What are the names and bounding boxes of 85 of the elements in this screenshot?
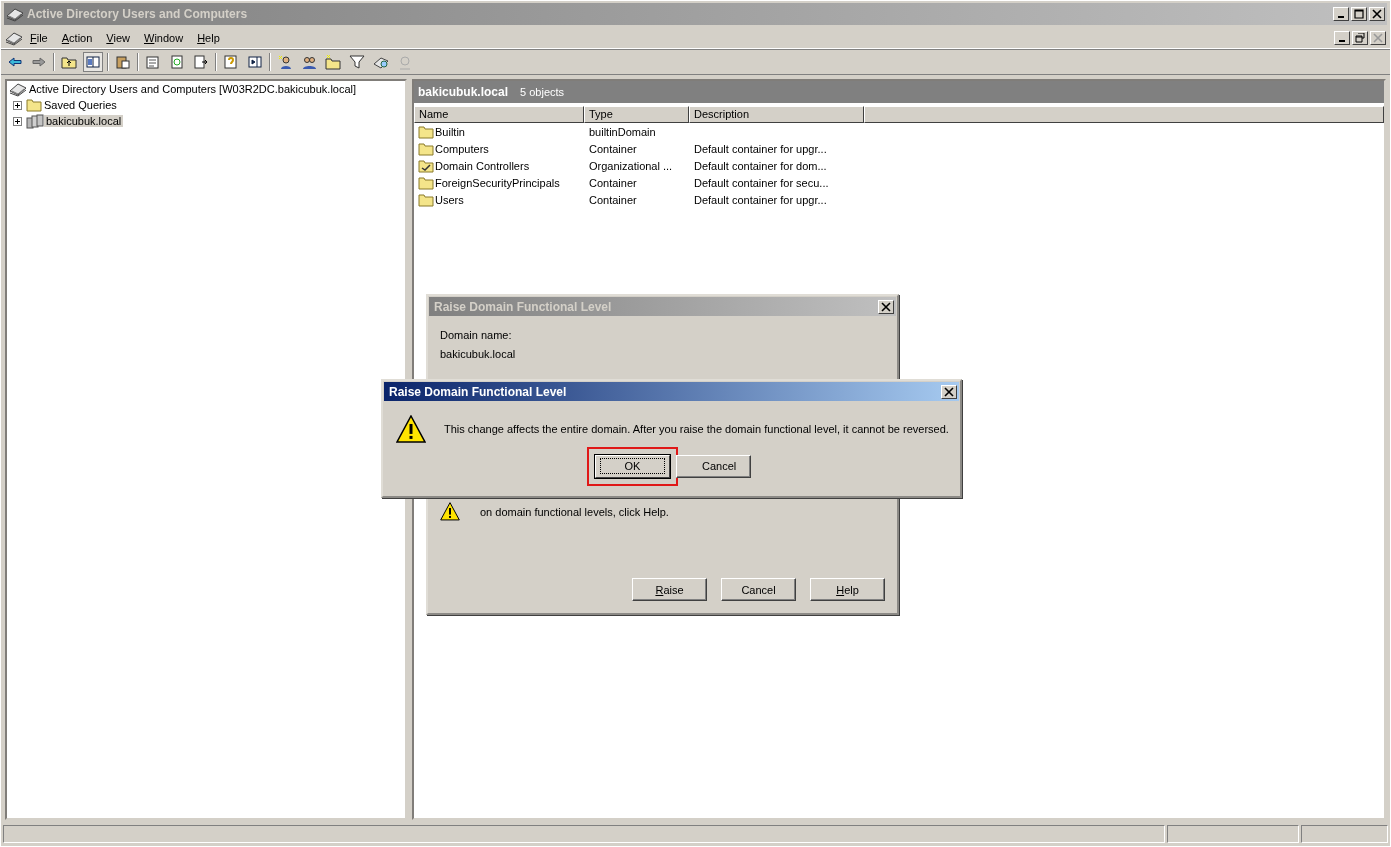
field-value: bakicubuk.local <box>440 348 517 360</box>
table-cell[interactable]: Computers <box>435 140 489 157</box>
column-header[interactable]: Description <box>689 106 864 123</box>
column-header[interactable]: Type <box>584 106 689 123</box>
pane-title: bakicubuk.local <box>418 85 509 99</box>
close-icon <box>1372 9 1382 19</box>
filter-icon <box>349 54 365 70</box>
menu-item[interactable]: Window <box>137 29 191 46</box>
warning-icon <box>440 502 460 521</box>
folder-icon <box>26 98 42 112</box>
pane-toggle-icon <box>247 54 263 70</box>
new-user-icon <box>277 54 293 70</box>
table-cell-text: Container <box>588 141 638 157</box>
tree-item[interactable]: Active Directory Users and Computers [W03R2DC.bakicubuk.local] <box>27 83 359 95</box>
message-text: This change affects the entire domain. After you raise the domain functional level, it cannot be reversed. <box>444 422 949 435</box>
folder-icon <box>418 192 434 207</box>
folder-checkmark-icon <box>418 158 434 173</box>
close-button[interactable] <box>941 384 957 399</box>
export-list-icon <box>193 54 209 70</box>
filter-button[interactable] <box>347 52 367 72</box>
refresh-icon <box>169 54 185 70</box>
clipboard-icon <box>115 54 131 70</box>
dialog-button[interactable]: Help <box>810 578 885 601</box>
minimize-button[interactable] <box>1334 30 1350 45</box>
panes-icon <box>85 54 101 70</box>
table-cell[interactable]: Domain Controllers <box>435 157 530 174</box>
restore-icon <box>1355 32 1365 43</box>
dialog-button[interactable]: Raise <box>632 578 707 601</box>
new-ou-icon <box>325 54 341 70</box>
warning-icon <box>396 415 426 443</box>
menu-item[interactable]: Help <box>190 29 227 46</box>
table-cell-text: Default container for upgr... <box>693 141 828 157</box>
table-cell-text: builtinDomain <box>588 124 657 140</box>
dialog-button[interactable]: OK <box>595 454 670 478</box>
close-button[interactable] <box>1369 7 1385 21</box>
new-group-icon <box>301 54 317 70</box>
panes-button[interactable] <box>83 52 103 72</box>
minimize-icon <box>1339 39 1345 42</box>
close-button[interactable] <box>1370 30 1386 45</box>
expand-icon[interactable] <box>13 116 22 126</box>
app-icon <box>6 6 24 22</box>
dialog-title: Raise Domain Functional Level <box>434 299 613 314</box>
table-cell[interactable]: Users <box>435 191 464 208</box>
table-cell-text: Container <box>588 192 638 208</box>
menu-item[interactable]: Action <box>54 29 100 46</box>
forward-arrow-icon <box>31 54 47 70</box>
menu-item[interactable]: File <box>23 29 55 46</box>
table-cell[interactable]: ForeignSecurityPrincipals <box>435 174 560 191</box>
back-arrow-icon <box>7 54 23 70</box>
dialog-button[interactable]: Cancel <box>676 454 751 478</box>
dialog-button[interactable]: Cancel <box>721 578 796 601</box>
folder-icon <box>418 175 434 190</box>
expand-icon[interactable] <box>13 100 22 110</box>
minimize-button[interactable] <box>1333 7 1349 21</box>
maximize-button[interactable] <box>1351 7 1367 21</box>
group-disabled-icon <box>397 54 413 70</box>
help-icon <box>223 54 239 70</box>
window-title: Active Directory Users and Computers <box>27 7 249 21</box>
close-button[interactable] <box>878 299 894 314</box>
menu-item[interactable]: View <box>99 29 137 46</box>
field-label: Domain name: <box>440 329 513 341</box>
new-ou-button[interactable] <box>323 52 343 72</box>
restore-button[interactable] <box>1352 30 1368 45</box>
domain-servers-icon <box>26 113 44 129</box>
tree-item[interactable]: Saved Queries <box>42 99 119 111</box>
table-cell-text: Default container for secu... <box>693 175 830 191</box>
info-text: on domain functional levels, click Help. <box>480 506 669 518</box>
table-cell-text: Organizational ... <box>588 158 674 174</box>
object-count: 5 objects <box>520 86 565 98</box>
table-cell-text: Default container for upgr... <box>693 192 828 208</box>
close-icon <box>944 386 954 397</box>
properties-icon <box>145 54 161 70</box>
maximize-icon <box>1354 9 1364 19</box>
console-root-icon <box>9 81 27 97</box>
folder-up-icon <box>61 54 77 70</box>
table-cell-text: Default container for dom... <box>693 158 828 174</box>
close-icon <box>881 301 891 312</box>
folder-icon <box>418 141 434 156</box>
dialog-title: Raise Domain Functional Level <box>389 384 568 399</box>
column-header[interactable]: Name <box>414 106 584 123</box>
minimize-icon <box>1338 16 1344 18</box>
table-cell-text: Container <box>588 175 638 191</box>
close-icon <box>1373 32 1383 43</box>
tree-item[interactable]: bakicubuk.local <box>44 115 124 127</box>
table-cell[interactable]: Builtin <box>435 123 465 140</box>
